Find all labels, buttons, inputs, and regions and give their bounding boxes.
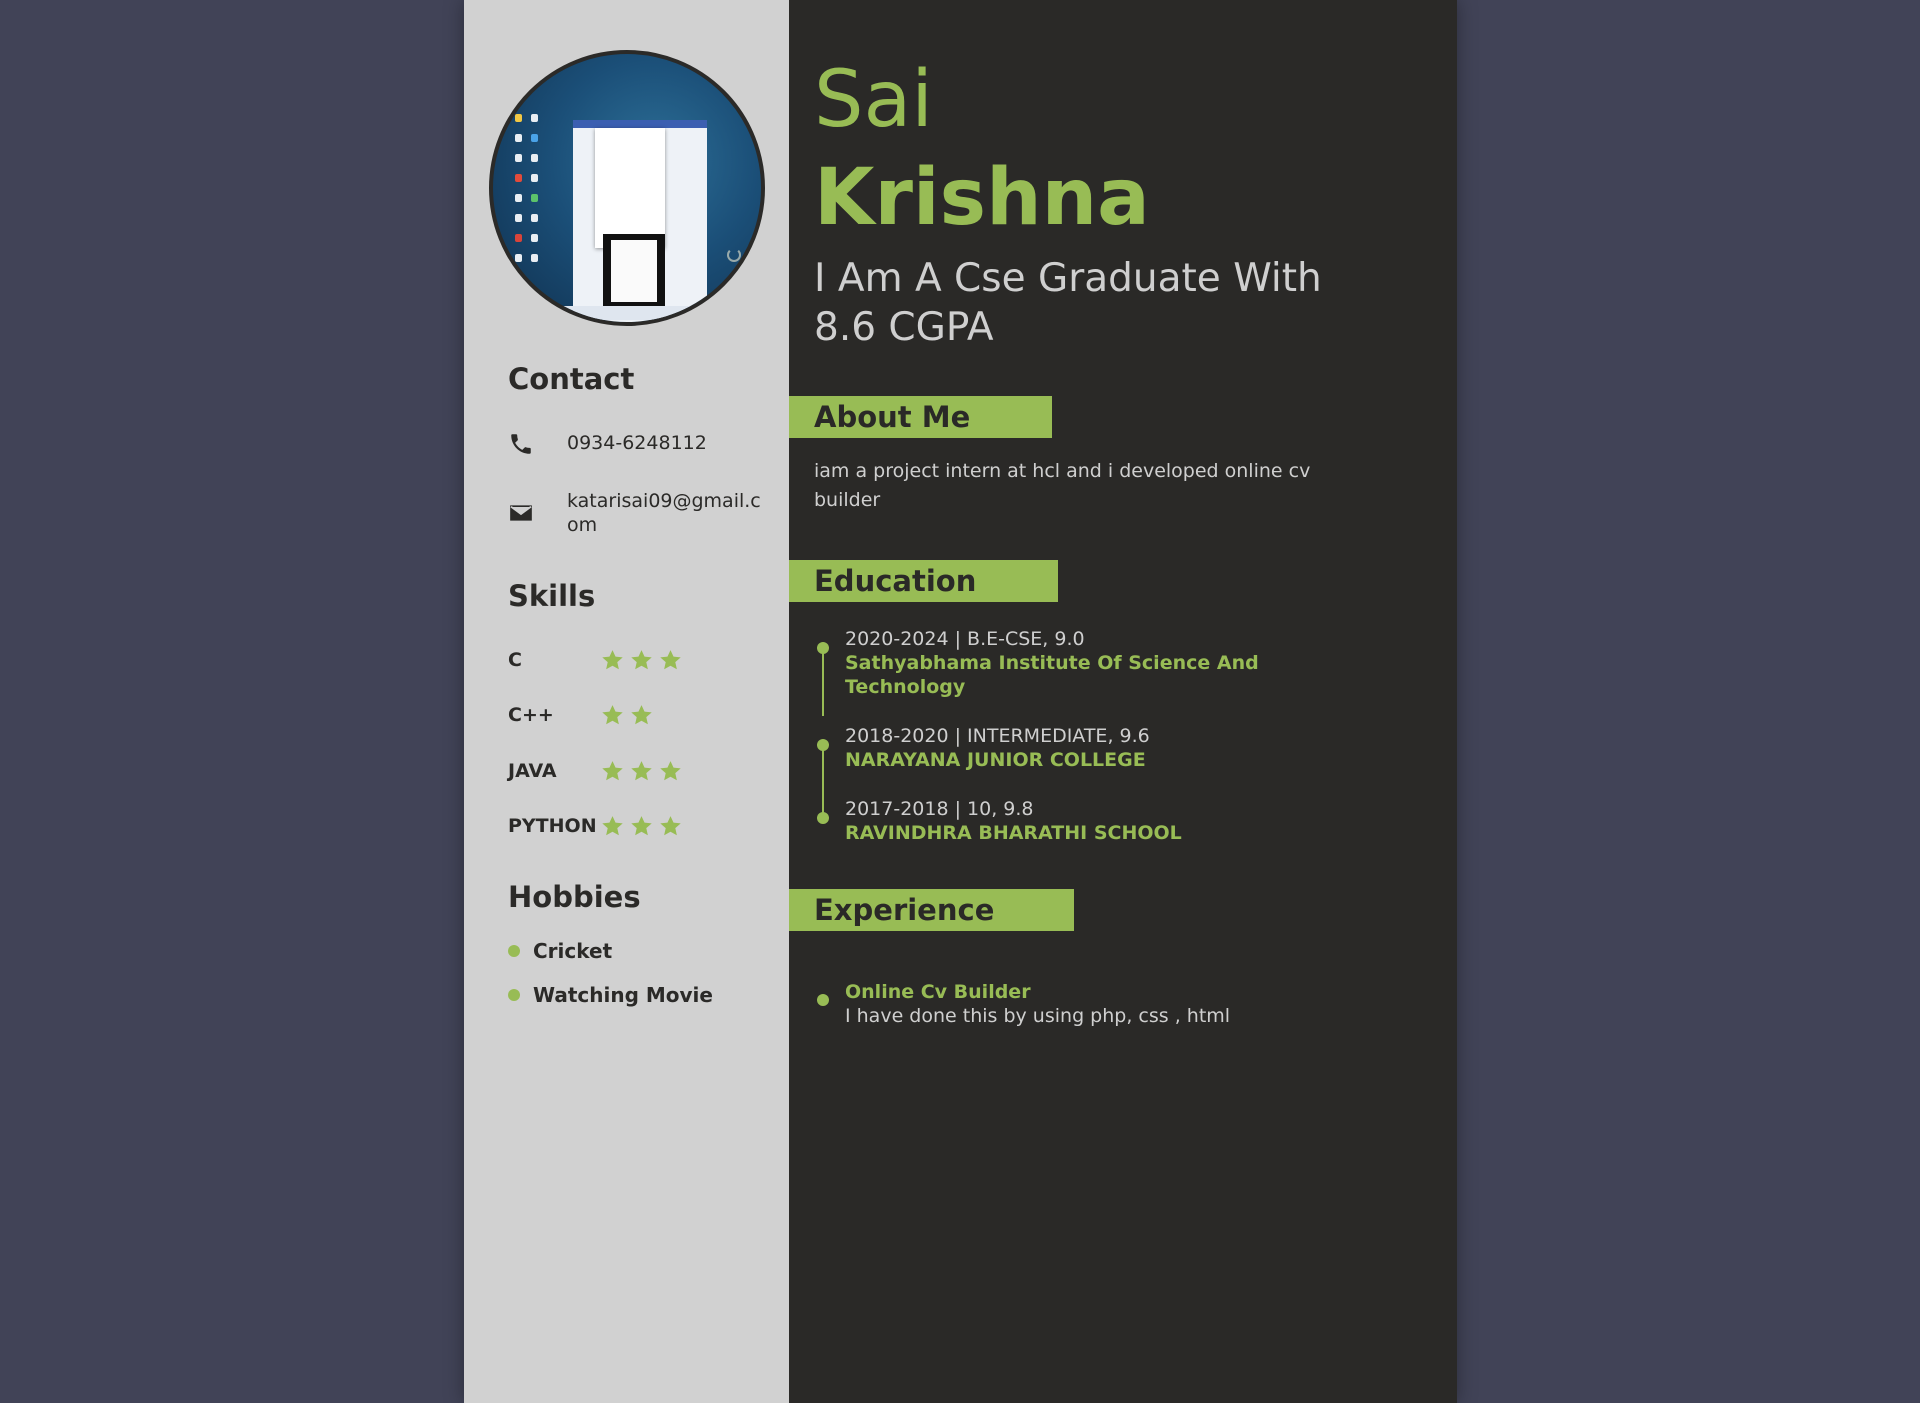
star-icon — [660, 815, 681, 835]
timeline-dot — [817, 812, 829, 824]
education-item: 2017-2018 | 10, 9.8 RAVINDHRA BHARATHI S… — [845, 797, 1365, 845]
skill-name: PYTHON — [508, 815, 597, 837]
experience-item: Online Cv Builder I have done this by us… — [845, 980, 1365, 1028]
timeline-line — [822, 745, 824, 817]
star-icon — [631, 649, 652, 669]
timeline-dot — [817, 994, 829, 1006]
skill-rating — [600, 759, 683, 784]
timeline-dot — [817, 642, 829, 654]
last-name: Krishna — [814, 153, 1150, 243]
education-heading: Education — [789, 560, 1058, 602]
timeline-dot — [817, 739, 829, 751]
star-icon — [631, 815, 652, 835]
skills-heading: Skills — [508, 579, 596, 613]
phone-icon — [511, 434, 531, 454]
star-icon — [602, 704, 623, 724]
contact-phone: 0934-6248112 — [508, 431, 778, 457]
bullet-dot — [508, 989, 520, 1001]
main-content: Sai Krishna I Am A Cse Graduate With 8.6… — [789, 0, 1457, 1403]
contact-heading: Contact — [508, 362, 635, 396]
skill-row: C++ — [508, 701, 778, 729]
star-icon — [602, 815, 623, 835]
star-icon — [660, 760, 681, 780]
experience-heading: Experience — [789, 889, 1074, 931]
education-meta: 2018-2020 | INTERMEDIATE, 9.6 — [845, 725, 1150, 747]
skill-name: JAVA — [508, 760, 557, 782]
contact-email: katarisai09@gmail.com — [508, 489, 778, 537]
skill-rating — [600, 648, 683, 673]
timeline-line — [822, 648, 824, 716]
hobby-label: Watching Movie — [533, 983, 713, 1007]
bullet-dot — [508, 945, 520, 957]
education-school: NARAYANA JUNIOR COLLEGE — [845, 749, 1146, 771]
sidebar: Contact 0934-6248112 katarisai09@gmail.c… — [464, 0, 789, 1403]
education-item: 2020-2024 | B.E-CSE, 9.0 Sathyabhama Ins… — [845, 627, 1365, 699]
hobby-item: Watching Movie — [508, 982, 713, 1008]
skill-row: JAVA — [508, 757, 778, 785]
skill-name: C++ — [508, 704, 554, 726]
hobbies-heading: Hobbies — [508, 880, 641, 914]
education-meta: 2020-2024 | B.E-CSE, 9.0 — [845, 628, 1085, 650]
phone-number[interactable]: 0934-6248112 — [567, 431, 707, 455]
star-icon — [602, 649, 623, 669]
star-icon — [660, 649, 681, 669]
skill-rating — [600, 814, 683, 839]
first-name: Sai — [814, 55, 933, 145]
avatar — [489, 50, 765, 326]
education-item: 2018-2020 | INTERMEDIATE, 9.6 NARAYANA J… — [845, 724, 1365, 772]
hobby-label: Cricket — [533, 939, 613, 963]
star-icon — [631, 704, 652, 724]
envelope-icon — [510, 505, 532, 521]
experience-title: Online Cv Builder — [845, 981, 1031, 1003]
skill-row: C — [508, 646, 778, 674]
tagline: I Am A Cse Graduate With 8.6 CGPA — [814, 256, 1322, 350]
skill-row: PYTHON — [508, 812, 778, 840]
skill-rating — [600, 703, 654, 728]
about-text: iam a project intern at hcl and i develo… — [814, 460, 1311, 511]
about-heading: About Me — [789, 396, 1052, 438]
resume-page: Contact 0934-6248112 katarisai09@gmail.c… — [464, 0, 1457, 1403]
star-icon — [602, 760, 623, 780]
education-school: RAVINDHRA BHARATHI SCHOOL — [845, 822, 1182, 844]
experience-desc: I have done this by using php, css , htm… — [845, 1005, 1231, 1027]
skill-name: C — [508, 649, 522, 671]
star-icon — [631, 760, 652, 780]
education-school: Sathyabhama Institute Of Science And Tec… — [845, 652, 1259, 698]
education-meta: 2017-2018 | 10, 9.8 — [845, 798, 1034, 820]
email-address[interactable]: katarisai09@gmail.com — [567, 489, 767, 537]
hobby-item: Cricket — [508, 938, 612, 964]
